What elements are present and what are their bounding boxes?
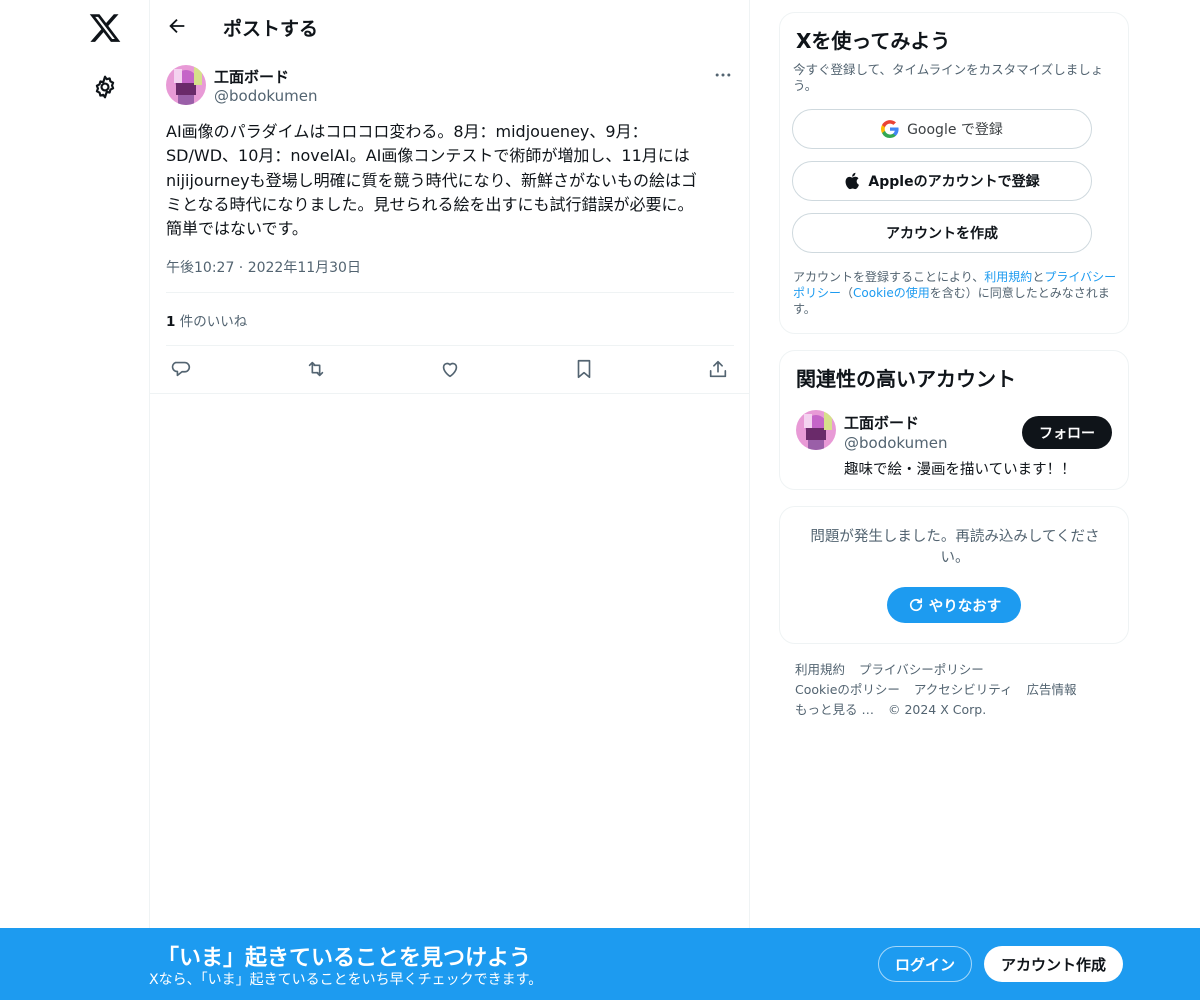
post-text: AI画像のパラダイムはコロコロ変わる。8月：midjoueney、9月： SD/… (166, 122, 697, 239)
divider (166, 292, 734, 293)
main-column: ポストする 工面ボード @bodokumen AI画像のパラダイムはコロコロ変わ… (149, 0, 750, 1000)
copyright: © 2024 X Corp. (887, 702, 987, 717)
related-title: 関連性の高いアカウント (796, 367, 1016, 391)
likes-label: 件のいいね (175, 314, 248, 330)
footer-links: 利用規約 プライバシーポリシー Cookieのポリシー アクセシビリティ 広告情… (795, 660, 1125, 720)
share-icon[interactable] (707, 358, 729, 380)
related-account-handle[interactable]: @bodokumen (844, 434, 947, 452)
x-logo-icon[interactable] (88, 11, 122, 45)
footer-link-accessibility[interactable]: アクセシビリティ (914, 682, 1013, 697)
related-accounts-card: 関連性の高いアカウント 工面ボード @bodokumen 趣味で絵・漫画を描いて… (779, 350, 1129, 490)
footer-link-terms[interactable]: 利用規約 (795, 662, 845, 677)
google-icon (881, 120, 899, 138)
retry-button[interactable]: やりなおす (887, 587, 1021, 623)
cookie-link[interactable]: Cookieの使用 (853, 286, 930, 300)
related-account-bio: 趣味で絵・漫画を描いています！！ (844, 462, 1076, 478)
bottom-bar-subtitle: Xなら、「いま」起きていることをいち早くチェックできます。 (149, 972, 543, 988)
bottom-bar-title: 「いま」起きていることを見つけよう (157, 946, 532, 971)
like-icon[interactable] (439, 358, 461, 380)
footer-link-cookie[interactable]: Cookieのポリシー (795, 682, 900, 697)
follow-button[interactable]: フォロー (1022, 416, 1112, 449)
author-handle[interactable]: @bodokumen (214, 87, 317, 105)
create-account-label: アカウントを作成 (886, 226, 998, 242)
repost-icon[interactable] (305, 358, 327, 380)
left-navigation (0, 0, 150, 1000)
likes-number: 1 (166, 314, 176, 330)
avatar[interactable] (166, 65, 206, 105)
footer-link-privacy[interactable]: プライバシーポリシー (859, 662, 984, 677)
divider (166, 345, 734, 346)
arrow-left-icon[interactable] (166, 15, 188, 37)
more-options-icon[interactable] (713, 65, 733, 85)
signup-card: Xを使ってみよう 今すぐ登録して、タイムラインをカスタマイズしましょう。 Goo… (779, 12, 1129, 334)
terms-link[interactable]: 利用規約 (984, 270, 1032, 284)
error-card: 問題が発生しました。再読み込みしてください。 やりなおす (779, 506, 1129, 644)
author-name[interactable]: 工面ボード (214, 66, 289, 87)
google-signup-button[interactable]: Google で登録 (792, 109, 1092, 149)
related-account-name[interactable]: 工面ボード (844, 412, 919, 433)
bookmark-icon[interactable] (573, 358, 595, 380)
footer-link-ads[interactable]: 広告情報 (1027, 682, 1077, 697)
create-account-button[interactable]: アカウントを作成 (792, 213, 1092, 253)
footer-link-more[interactable]: もっと見る … (795, 702, 874, 717)
signup-title: Xを使ってみよう (796, 29, 951, 53)
login-button[interactable]: ログイン (878, 946, 972, 982)
create-account-bar-button[interactable]: アカウント作成 (984, 946, 1123, 982)
legal-prefix: アカウントを登録することにより、 (793, 270, 985, 284)
signup-subtitle: 今すぐ登録して、タイムラインをカスタマイズしましょう。 (793, 62, 1104, 93)
retry-label: やりなおす (928, 598, 1002, 615)
apple-signup-button[interactable]: Appleのアカウントで登録 (792, 161, 1092, 201)
apple-signup-label: Appleのアカウントで登録 (868, 174, 1040, 190)
avatar[interactable] (796, 410, 836, 450)
gear-icon[interactable] (92, 74, 118, 100)
legal-paren: （ (841, 286, 854, 300)
post-timestamp[interactable]: 午後10:27 · 2022年11月30日 (166, 257, 361, 277)
page-header: ポストする (150, 0, 750, 53)
bottom-signup-bar: 「いま」起きていることを見つけよう Xなら、「いま」起きていることをいち早くチェ… (0, 928, 1200, 1000)
refresh-icon (909, 598, 922, 612)
legal-notice: アカウントを登録することにより、利用規約とプライバシーポリシー（Cookieの使… (793, 269, 1119, 317)
apple-icon (845, 172, 860, 190)
google-signup-label: Google で登録 (907, 122, 1003, 138)
error-message: 問題が発生しました。再読み込みしてください。 (810, 529, 1100, 566)
legal-and: と (1032, 270, 1045, 284)
reply-icon[interactable] (171, 358, 193, 380)
post-actions (150, 345, 750, 394)
page-title: ポストする (223, 18, 319, 40)
likes-count[interactable]: 1 件のいいね (166, 310, 247, 330)
